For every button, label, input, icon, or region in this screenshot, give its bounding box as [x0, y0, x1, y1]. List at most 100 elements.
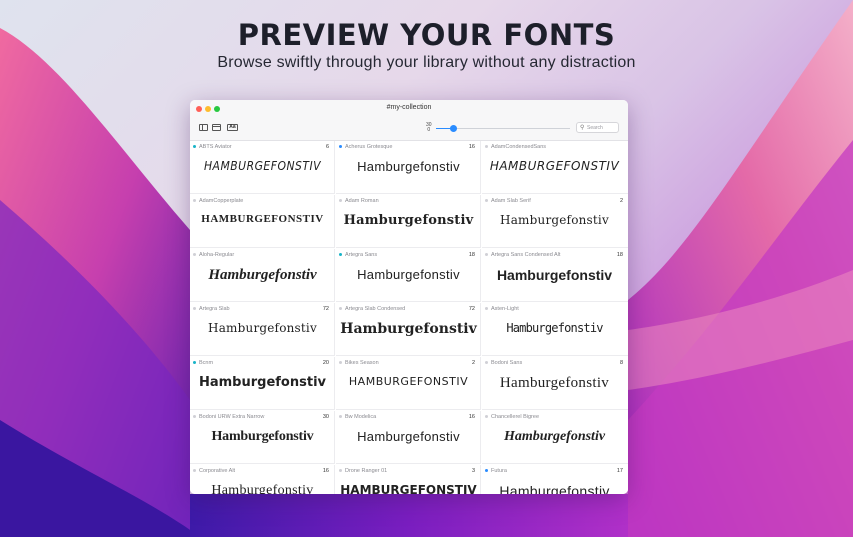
font-sample: Hamburgefonstiv: [211, 429, 314, 444]
font-count-badge: 30: [322, 414, 329, 420]
font-card[interactable]: Asten-Light Hamburgefonstiv: [482, 303, 628, 356]
font-count-badge: 18: [616, 252, 623, 258]
font-sample: Hamburgefonstiv: [208, 267, 317, 283]
font-count-badge: 72: [468, 306, 475, 312]
font-name: Bw Modelica: [345, 414, 377, 420]
font-status-dot: [193, 415, 196, 418]
font-sample: Hamburgefonstiv: [499, 375, 610, 391]
font-sample: Hamburgefonstiv: [357, 429, 460, 444]
font-name: Chancellerel Bigree: [491, 414, 539, 420]
font-name: Bodoni Sans: [491, 360, 523, 366]
font-card[interactable]: Bikes Season 2 HAMBURGEFONSTIV: [336, 357, 481, 410]
font-card[interactable]: Acherus Grotesque 16 Hamburgefonstiv: [336, 141, 481, 194]
font-card[interactable]: Artegra Sans Condensed Alt 18 Hamburgefons…: [482, 249, 628, 302]
font-card[interactable]: Bodoni URW Extra Narrow 30 Hamburgefonstiv: [190, 411, 335, 464]
font-count-badge: 16: [468, 414, 475, 420]
font-status-dot: [339, 307, 342, 310]
font-status-dot: [339, 145, 342, 148]
font-count-badge: 3: [471, 468, 475, 474]
font-card[interactable]: AdamCondensedSans HAMBURGEFONSTIV: [482, 141, 628, 194]
font-status-dot: [193, 307, 196, 310]
search-icon: ⚲: [580, 125, 585, 131]
font-status-dot: [485, 361, 488, 364]
font-card[interactable]: Bw Modelica 16 Hamburgefonstiv: [336, 411, 481, 464]
font-name: Aloha-Regular: [199, 252, 235, 258]
font-sample: Hamburgefonstiv: [500, 213, 609, 227]
font-status-dot: [193, 199, 196, 202]
font-sample: HAMBURGEFONSTIV: [203, 159, 322, 173]
font-count-badge: 72: [322, 306, 329, 312]
font-sample: HAMBURGEFONSTIV: [489, 159, 620, 173]
hero-subtitle: Browse swiftly through your library with…: [217, 54, 636, 71]
font-name: Corporative Alt: [199, 468, 236, 474]
font-card[interactable]: Chancellerel Bigree Hamburgefonstiv: [482, 411, 628, 464]
font-name: Bikes Season: [345, 360, 379, 366]
font-count-badge: 16: [322, 468, 329, 474]
font-card[interactable]: Adam Slab Serif 2 Hamburgefonstiv: [482, 195, 628, 248]
font-sample: Hamburgefonstiv: [506, 321, 603, 335]
font-count-badge: 2: [619, 198, 623, 204]
font-status-dot: [485, 469, 488, 472]
window-title: #my-collection: [386, 104, 432, 111]
app-window: #my-collection Aa 30 0 ⚲ ABTS Aviator 6 HA…: [190, 100, 628, 494]
font-name: Artegra Slab: [199, 306, 230, 312]
font-card[interactable]: ABTS Aviator 6 HAMBURGEFONSTIV: [190, 141, 335, 194]
font-sample: Hamburgefonstiv: [503, 429, 606, 444]
font-name: Adam Roman: [345, 198, 379, 204]
font-card[interactable]: Artegra Sans 18 Hamburgefonstiv: [336, 249, 481, 302]
font-status-dot: [485, 145, 488, 148]
size-readout: 30 0: [426, 123, 432, 133]
font-status-dot: [339, 415, 342, 418]
font-status-dot: [339, 361, 342, 364]
font-name: Asten-Light: [491, 306, 519, 312]
font-card[interactable]: Artegra Slab Condensed 72 Hamburgefonstiv: [336, 303, 481, 356]
sidebar-toggle-icon[interactable]: [199, 124, 208, 131]
size-slider-handle[interactable]: [449, 125, 457, 132]
font-sample: Hamburgefonstiv: [198, 375, 327, 390]
font-status-dot: [193, 253, 196, 256]
font-count-badge: 16: [468, 144, 475, 150]
font-sample: Hamburgefonstiv: [496, 267, 613, 283]
font-card[interactable]: AdamCopperplate HAMBURGEFONSTIV: [190, 195, 335, 248]
font-status-dot: [485, 253, 488, 256]
hero-title: PREVIEW YOUR FONTS: [237, 18, 616, 52]
font-name: Futura: [491, 468, 507, 474]
font-name: Bcnm: [199, 360, 214, 366]
font-sample: Hamburgefonstiv: [208, 321, 317, 335]
font-sample: HAMBURGEFONSTIV: [348, 375, 469, 388]
font-count-badge: 20: [322, 360, 329, 366]
font-card[interactable]: Bcnm 20 Hamburgefonstiv: [190, 357, 335, 410]
font-card[interactable]: Drone Ranger 01 3 HAMBURGEFONSTIV: [336, 465, 481, 494]
font-name: ABTS Aviator: [199, 144, 232, 150]
font-status-dot: [339, 253, 342, 256]
font-status-dot: [485, 199, 488, 202]
font-preview-icon[interactable]: Aa: [227, 124, 238, 131]
window-icon[interactable]: [212, 124, 221, 131]
font-sample: Hamburgefonstiv: [343, 213, 474, 228]
font-sample: Hamburgefonstiv: [499, 483, 610, 494]
font-card[interactable]: Aloha-Regular Hamburgefonstiv: [190, 249, 335, 302]
font-card[interactable]: Artegra Slab 72 Hamburgefonstiv: [190, 303, 335, 356]
font-name: Artegra Sans: [345, 252, 378, 258]
font-name: Drone Ranger 01: [345, 468, 388, 474]
font-card[interactable]: Corporative Alt 16 Hamburgefonstiv: [190, 465, 335, 494]
font-name: AdamCopperplate: [199, 198, 244, 204]
font-card[interactable]: Bodoni Sans 8 Hamburgefonstiv: [482, 357, 628, 410]
font-sample: HAMBURGEFONSTIV: [201, 213, 324, 225]
font-count-badge: 17: [616, 468, 623, 474]
font-card[interactable]: Futura 17 Hamburgefonstiv: [482, 465, 628, 494]
font-status-dot: [485, 307, 488, 310]
title-bar: #my-collection Aa 30 0 ⚲: [190, 100, 628, 141]
font-status-dot: [193, 361, 196, 364]
search-input[interactable]: [587, 124, 617, 131]
font-name: Artegra Slab Condensed: [345, 306, 406, 312]
search-field[interactable]: ⚲: [576, 122, 619, 133]
font-sample: Hamburgefonstiv: [357, 159, 460, 174]
font-status-dot: [339, 469, 342, 472]
font-sample: HAMBURGEFONSTIV: [340, 483, 477, 494]
font-card[interactable]: Adam Roman Hamburgefonstiv: [336, 195, 481, 248]
font-sample: Hamburgefonstiv: [340, 321, 477, 337]
font-status-dot: [485, 415, 488, 418]
font-sample: Hamburgefonstiv: [211, 483, 314, 494]
font-count-badge: 6: [325, 144, 329, 150]
